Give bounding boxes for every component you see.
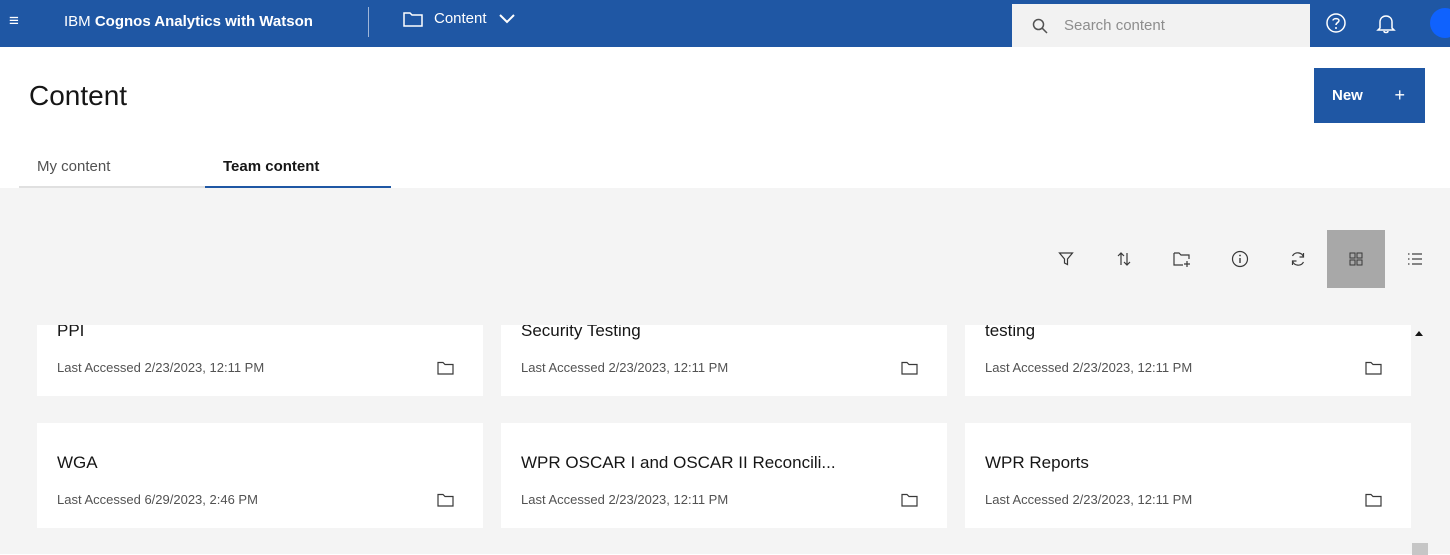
page-title: Content: [29, 80, 128, 111]
card-last-accessed: Last Accessed 2/23/2023, 12:11 PM: [521, 492, 729, 507]
folder-icon: [901, 361, 918, 375]
top-navigation-bar: ≡ IBM Cognos Analytics with Watson Conte…: [0, 0, 1450, 47]
card-last-accessed: Last Accessed 6/29/2023, 2:46 PM: [57, 492, 258, 507]
menu-icon[interactable]: ≡: [9, 12, 19, 29]
list-view-icon[interactable]: [1401, 245, 1429, 273]
help-icon[interactable]: [1322, 9, 1350, 37]
app-brand: IBM Cognos Analytics with Watson: [64, 13, 313, 30]
new-folder-icon[interactable]: [1168, 245, 1196, 273]
tab-label: Team content: [223, 158, 320, 175]
content-area: PPI Last Accessed 2/23/2023, 12:11 PM Se…: [0, 188, 1450, 555]
card-title: WPR OSCAR I and OSCAR II Reconcili...: [521, 453, 836, 472]
info-icon[interactable]: [1226, 245, 1254, 273]
folder-icon: [1365, 493, 1382, 507]
folder-icon: [437, 361, 454, 375]
card-title: PPI: [57, 325, 85, 340]
plus-icon: +: [1394, 85, 1405, 105]
folder-icon: [901, 493, 918, 507]
scrollbar[interactable]: [1412, 325, 1430, 555]
content-breadcrumb[interactable]: Content: [403, 10, 515, 27]
card-last-accessed: Last Accessed 2/23/2023, 12:11 PM: [985, 492, 1193, 507]
content-card[interactable]: PPI Last Accessed 2/23/2023, 12:11 PM: [37, 325, 483, 396]
scroll-up-arrow-icon[interactable]: [1415, 331, 1423, 336]
tab-label: My content: [37, 158, 111, 175]
content-card[interactable]: WPR Reports Last Accessed 2/23/2023, 12:…: [965, 423, 1411, 528]
new-button[interactable]: New +: [1314, 68, 1425, 123]
refresh-icon[interactable]: [1284, 245, 1312, 273]
brand-name: Cognos Analytics with Watson: [94, 13, 313, 30]
card-last-accessed: Last Accessed 2/23/2023, 12:11 PM: [521, 360, 729, 375]
breadcrumb-label: Content: [434, 10, 487, 27]
new-button-label: New: [1332, 87, 1363, 104]
grid-view-icon[interactable]: [1327, 230, 1385, 288]
avatar[interactable]: [1430, 8, 1450, 38]
sort-icon[interactable]: [1110, 245, 1138, 273]
topbar-divider: [368, 7, 369, 37]
card-title: WGA: [57, 453, 98, 472]
notification-bell-icon[interactable]: [1372, 9, 1400, 37]
chevron-down-icon[interactable]: [498, 13, 515, 24]
card-last-accessed: Last Accessed 2/23/2023, 12:11 PM: [57, 360, 265, 375]
card-title: Security Testing: [521, 325, 641, 340]
search-icon: [1032, 18, 1048, 34]
card-title: WPR Reports: [985, 453, 1089, 472]
tab-my-content[interactable]: My content: [19, 150, 205, 188]
tab-team-content[interactable]: Team content: [205, 150, 391, 188]
content-card[interactable]: testing Last Accessed 2/23/2023, 12:11 P…: [965, 325, 1411, 396]
scrollbar-thumb[interactable]: [1412, 543, 1428, 555]
search-input[interactable]: [1064, 17, 1294, 34]
card-last-accessed: Last Accessed 2/23/2023, 12:11 PM: [985, 360, 1193, 375]
brand-prefix: IBM: [64, 13, 91, 30]
folder-icon: [437, 493, 454, 507]
folder-icon: [1365, 361, 1382, 375]
content-grid: PPI Last Accessed 2/23/2023, 12:11 PM Se…: [0, 325, 1412, 554]
content-card[interactable]: Security Testing Last Accessed 2/23/2023…: [501, 325, 947, 396]
card-title: testing: [985, 325, 1036, 340]
filter-icon[interactable]: [1052, 245, 1080, 273]
search-box[interactable]: [1012, 4, 1310, 47]
content-toolbar: [1052, 230, 1429, 288]
content-card[interactable]: WGA Last Accessed 6/29/2023, 2:46 PM: [37, 423, 483, 528]
content-tabs: My content Team content: [19, 150, 391, 188]
folder-icon: [403, 11, 423, 27]
content-card[interactable]: WPR OSCAR I and OSCAR II Reconcili... La…: [501, 423, 947, 528]
